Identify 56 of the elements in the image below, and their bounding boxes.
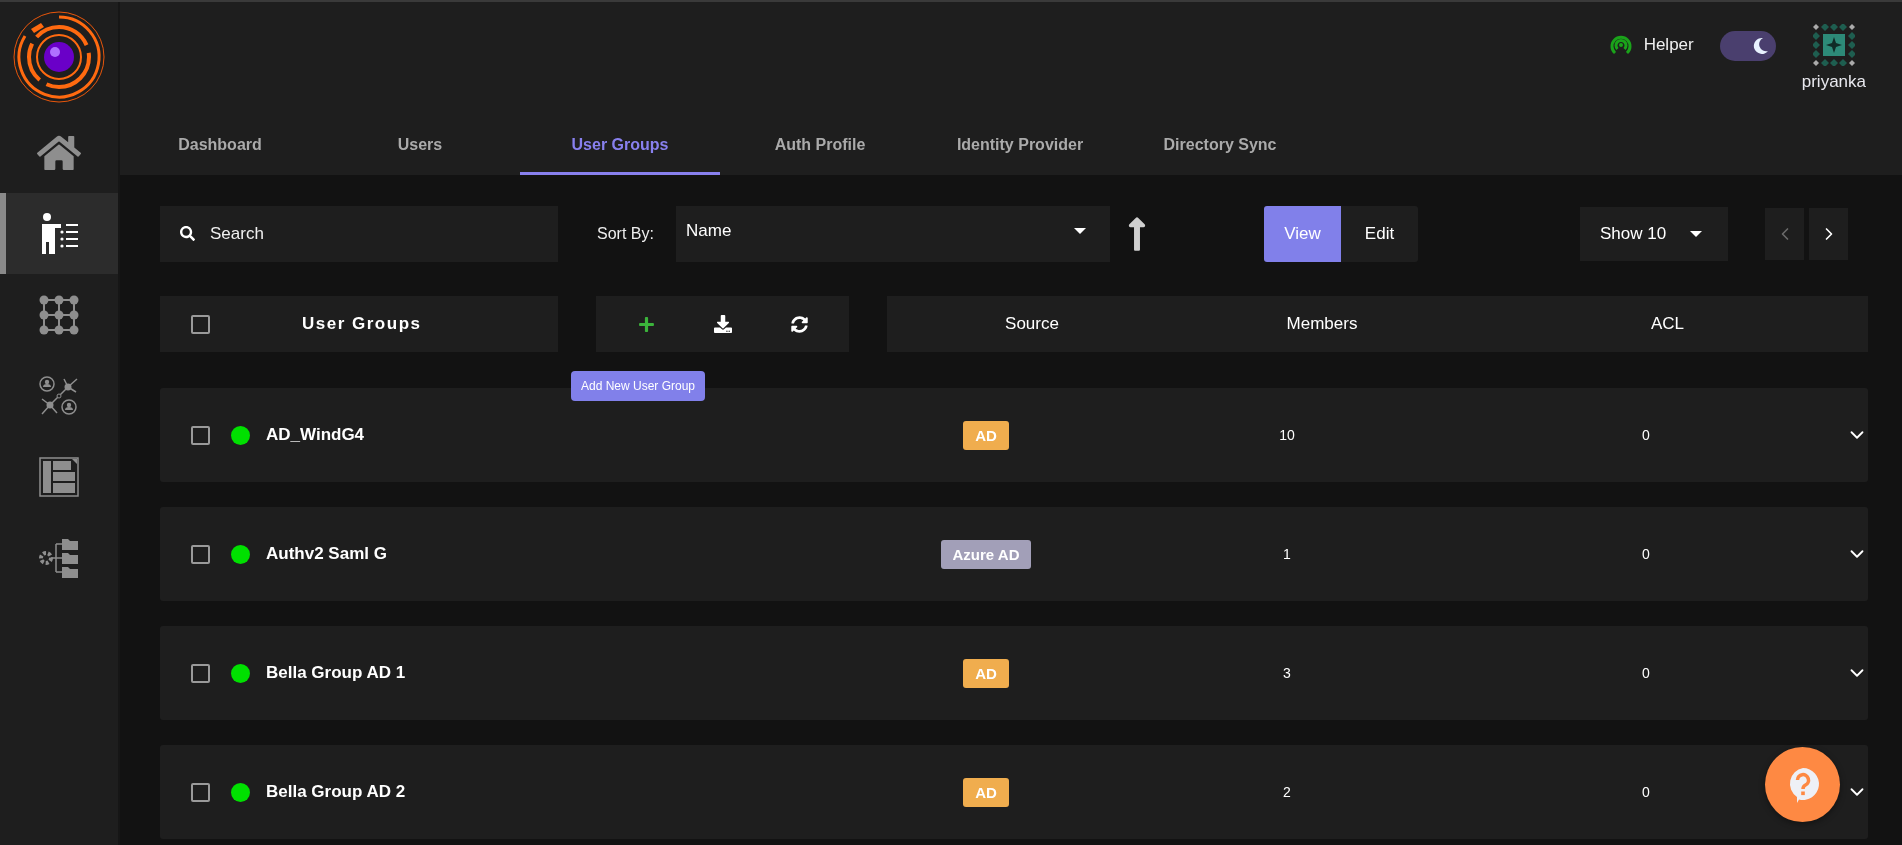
nav-tab[interactable]: Identity Provider xyxy=(920,123,1120,175)
plus-icon xyxy=(637,315,655,333)
group-row[interactable]: Bella Group AD 1 AD 3 0 xyxy=(160,626,1868,720)
members-count: 3 xyxy=(1283,665,1291,681)
search-field[interactable]: Search xyxy=(160,205,558,262)
document-icon xyxy=(39,456,79,497)
column-title: Members xyxy=(1285,314,1359,334)
sort-select[interactable]: Name xyxy=(676,205,1110,262)
grid-icon xyxy=(39,294,79,335)
group-row[interactable]: Authv2 Saml G Azure AD 1 0 xyxy=(160,507,1868,601)
column-title: User Groups xyxy=(302,314,422,334)
settings-folders-icon xyxy=(38,536,80,579)
mode-button[interactable]: Edit xyxy=(1341,205,1418,262)
refresh-icon xyxy=(790,315,808,333)
helper-link[interactable]: Helper xyxy=(1607,32,1694,58)
avatar-icon xyxy=(1812,24,1855,66)
search-icon xyxy=(180,225,195,241)
user-name: priyanka xyxy=(1801,72,1866,92)
page-size-select[interactable]: Show 10 xyxy=(1580,206,1728,261)
row-checkbox[interactable] xyxy=(191,425,210,445)
nav-tab[interactable]: Dashboard xyxy=(120,123,320,175)
source-tag: AD xyxy=(963,420,1009,450)
tooltip: Add New User Group xyxy=(571,371,706,401)
column-title: ACL xyxy=(1649,314,1686,334)
acl-count: 0 xyxy=(1642,784,1650,800)
group-name: AD_WindG4 xyxy=(266,425,366,445)
acl-count: 0 xyxy=(1642,427,1650,443)
group-name: Authv2 Saml G xyxy=(266,544,388,564)
group-name: Bella Group AD 1 xyxy=(266,663,407,683)
group-name: Bella Group AD 2 xyxy=(266,782,407,802)
source-tag: Azure AD xyxy=(940,539,1032,569)
group-row[interactable]: Bella Group AD 2 AD 2 0 xyxy=(160,745,1868,839)
nav-tab[interactable]: Directory Sync xyxy=(1120,123,1320,175)
network-icon xyxy=(38,374,80,417)
nav-tab[interactable]: Auth Profile xyxy=(720,123,920,175)
theme-toggle[interactable] xyxy=(1719,31,1776,61)
caret-icon xyxy=(1074,227,1086,234)
acl-count: 0 xyxy=(1642,665,1650,681)
nav-tab[interactable]: Users xyxy=(320,123,520,175)
acl-count: 0 xyxy=(1642,546,1650,562)
sort-label: Sort By: xyxy=(597,224,655,243)
members-count: 2 xyxy=(1283,784,1291,800)
source-tag: AD xyxy=(963,658,1009,688)
sidebar-item[interactable] xyxy=(0,193,118,274)
members-count: 1 xyxy=(1283,546,1291,562)
select-all-checkbox[interactable] xyxy=(191,314,210,334)
source-tag: AD xyxy=(963,777,1009,807)
row-checkbox[interactable] xyxy=(191,544,210,564)
row-checkbox[interactable] xyxy=(191,663,210,683)
members-count: 10 xyxy=(1279,427,1295,443)
caret-icon xyxy=(1690,230,1702,237)
download-icon xyxy=(713,315,732,333)
logo-icon xyxy=(11,9,107,105)
column-title: Source xyxy=(1004,314,1060,334)
nav-tab[interactable]: User Groups xyxy=(520,123,720,175)
row-checkbox[interactable] xyxy=(191,782,210,802)
